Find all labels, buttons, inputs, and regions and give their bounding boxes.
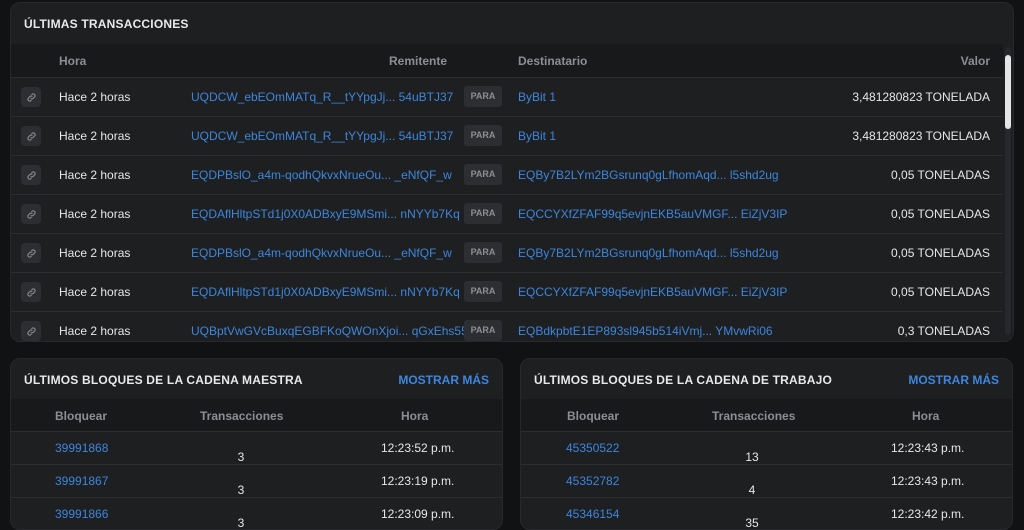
block-link[interactable]: 45346154 [566,507,619,521]
transactions-table-header: Hora Remitente Destinatario Valor [11,44,1003,77]
block-link[interactable]: 39991867 [55,474,108,488]
header-transactions: Transacciones [200,409,284,423]
block-link[interactable]: 39991868 [55,441,108,455]
header-recipient: Destinatario [518,54,588,68]
header-value: Valor [960,54,990,68]
para-badge: PARA [464,86,502,107]
table-row: Hace 2 horas UQDCW_ebEOmMATq_R__tYYpgJj.… [11,77,1003,116]
tx-recipient-link[interactable]: EQCCYXfZFAF99q5evjnEKB5auVMGF... EiZjV3I… [518,285,787,299]
tx-time: Hace 2 horas [59,246,131,260]
table-row: Hace 2 horas UQBptVwGVcBuxqEGBFKoQWOnXjo… [11,311,1003,341]
block-tx-count: 3 [237,516,245,530]
table-row: Hace 2 horas EQDPBslO_a4m-qodhQkvxNrueOu… [11,233,1003,272]
block-link[interactable]: 39991866 [55,507,108,521]
tx-time: Hace 2 horas [59,129,131,143]
table-row: 45350522 13 12:23:43 p.m. [521,431,1012,464]
para-badge: PARA [464,281,502,302]
table-row: 45352782 4 12:23:43 p.m. [521,464,1012,497]
transactions-list: Hace 2 horas UQDCW_ebEOmMATq_R__tYYpgJj.… [11,77,1003,341]
work-chain-blocks-card: ÚLTIMOS BLOQUES DE LA CADENA DE TRABAJO … [520,358,1013,530]
master-blocks-list: 39991868 3 12:23:52 p.m. 39991867 3 12:2… [11,431,502,530]
transactions-title: ÚLTIMAS TRANSACCIONES [24,17,189,31]
block-time: 12:23:43 p.m. [891,474,965,488]
master-blocks-title: ÚLTIMOS BLOQUES DE LA CADENA MAESTRA [24,373,303,387]
tx-value: 3,481280823 TONELADA [852,90,990,104]
tx-sender-link[interactable]: UQDCW_ebEOmMATq_R__tYYpgJj... 54uBTJ37 [191,129,453,143]
tx-sender-link[interactable]: UQDCW_ebEOmMATq_R__tYYpgJj... 54uBTJ37 [191,90,453,104]
tx-value: 3,481280823 TONELADA [852,129,990,143]
block-tx-count: 13 [745,450,759,464]
block-link[interactable]: 45350522 [566,441,619,455]
link-icon[interactable] [21,282,41,302]
tx-value: 0,05 TONELADAS [891,207,990,221]
header-time: Hora [912,409,940,423]
block-time: 12:23:19 p.m. [381,474,455,488]
tx-recipient-link[interactable]: EQBy7B2LYm2BGsrunq0gLfhomAqd... l5shd2ug [518,246,779,260]
para-badge: PARA [464,320,502,341]
work-blocks-list: 45350522 13 12:23:43 p.m. 45352782 4 12:… [521,431,1012,530]
table-row: Hace 2 horas EQDAflHltpSTd1j0X0ADBxyE9MS… [11,194,1003,233]
tx-value: 0,3 TONELADAS [897,324,990,338]
master-show-more-link[interactable]: MOSTRAR MÁS [398,373,489,387]
link-icon[interactable] [21,87,41,107]
para-badge: PARA [464,203,502,224]
block-tx-count: 3 [237,483,245,497]
block-time: 12:23:43 p.m. [891,441,965,455]
header-transactions: Transacciones [712,409,796,423]
tx-value: 0,05 TONELADAS [891,246,990,260]
block-link[interactable]: 45352782 [566,474,619,488]
link-icon[interactable] [21,204,41,224]
header-block: Bloquear [567,409,620,423]
work-show-more-link[interactable]: MOSTRAR MÁS [908,373,999,387]
work-blocks-title: ÚLTIMOS BLOQUES DE LA CADENA DE TRABAJO [534,373,833,387]
header-time: Hora [59,54,87,68]
tx-time: Hace 2 horas [59,90,131,104]
header-time: Hora [401,409,429,423]
link-icon[interactable] [21,165,41,185]
master-chain-blocks-card: ÚLTIMOS BLOQUES DE LA CADENA MAESTRA MOS… [10,358,503,530]
block-time: 12:23:42 p.m. [891,507,965,521]
block-time: 12:23:52 p.m. [381,441,455,455]
master-blocks-header: Bloquear Transacciones Hora [11,399,502,431]
latest-transactions-card: ÚLTIMAS TRANSACCIONES Hora Remitente Des… [10,2,1014,342]
para-badge: PARA [464,125,502,146]
block-tx-count: 4 [748,483,756,497]
tx-time: Hace 2 horas [59,324,131,338]
table-row: Hace 2 horas EQDAflHltpSTd1j0X0ADBxyE9MS… [11,272,1003,311]
link-icon[interactable] [21,321,41,341]
work-blocks-header: Bloquear Transacciones Hora [521,399,1012,431]
tx-recipient-link[interactable]: ByBit 1 [518,90,556,104]
tx-recipient-link[interactable]: EQCCYXfZFAF99q5evjnEKB5auVMGF... EiZjV3I… [518,207,787,221]
table-row: Hace 2 horas EQDPBslO_a4m-qodhQkvxNrueOu… [11,155,1003,194]
tx-time: Hace 2 horas [59,207,131,221]
tx-recipient-link[interactable]: EQBdkpbtE1EP893sl945b514iVmj... YMvwRi06 [518,324,773,338]
transactions-scrollbar[interactable] [1005,47,1011,335]
table-row: 39991868 3 12:23:52 p.m. [11,431,502,464]
table-row: Hace 2 horas UQDCW_ebEOmMATq_R__tYYpgJj.… [11,116,1003,155]
tx-sender-link[interactable]: EQDPBslO_a4m-qodhQkvxNrueOu... _eNfQF_w [191,246,452,260]
tx-recipient-link[interactable]: ByBit 1 [518,129,556,143]
block-tx-count: 35 [745,516,759,530]
block-tx-count: 3 [237,450,245,464]
tx-value: 0,05 TONELADAS [891,168,990,182]
header-block: Bloquear [55,409,108,423]
tx-sender-link[interactable]: UQBptVwGVcBuxqEGBFKoQWOnXjoi... qGxEhs55 [191,324,468,338]
table-row: 39991867 3 12:23:19 p.m. [11,464,502,497]
link-icon[interactable] [21,126,41,146]
para-badge: PARA [464,242,502,263]
header-sender: Remitente [389,54,448,68]
tx-sender-link[interactable]: EQDAflHltpSTd1j0X0ADBxyE9MSmi... nNYYb7K… [191,285,460,299]
tx-sender-link[interactable]: EQDAflHltpSTd1j0X0ADBxyE9MSmi... nNYYb7K… [191,207,460,221]
link-icon[interactable] [21,243,41,263]
scrollbar-thumb[interactable] [1005,55,1011,129]
tx-value: 0,05 TONELADAS [891,285,990,299]
para-badge: PARA [464,164,502,185]
tx-time: Hace 2 horas [59,285,131,299]
tx-time: Hace 2 horas [59,168,131,182]
tx-recipient-link[interactable]: EQBy7B2LYm2BGsrunq0gLfhomAqd... l5shd2ug [518,168,779,182]
block-time: 12:23:09 p.m. [381,507,455,521]
tx-sender-link[interactable]: EQDPBslO_a4m-qodhQkvxNrueOu... _eNfQF_w [191,168,452,182]
